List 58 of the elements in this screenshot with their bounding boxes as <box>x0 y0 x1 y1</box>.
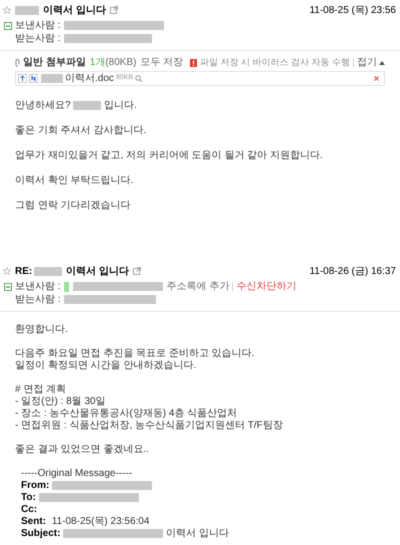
body-text: # 면접 계획 <box>15 382 66 396</box>
body-text: - 면접위원 : 식품산업처장, 농수산식품기업지원센터 T/F팀장 <box>15 418 283 432</box>
quoted-text: -----Original Message----- <box>21 466 132 480</box>
star-icon[interactable] <box>3 6 11 14</box>
warning-icon <box>190 58 197 66</box>
body-text: - 장소 : 농수산물유통공사(양재동) 4층 식품산업처 <box>15 406 238 420</box>
collapse-icon <box>4 282 12 290</box>
subject-prefix: RE: <box>15 264 32 278</box>
body-text: 좋은 결과 있었으면 좋겠네요.. <box>15 442 149 456</box>
body-text: 환영합니다. <box>15 322 68 336</box>
save-all-link[interactable]: 모두 저장 <box>140 55 184 70</box>
recipient-label: 받는사람 : <box>15 293 61 307</box>
close-icon <box>374 76 379 81</box>
body-text: 일정이 확정되면 시간을 안내하겠습니다. <box>15 358 196 372</box>
document-icon <box>29 74 38 83</box>
external-link-icon <box>133 267 142 275</box>
body-text: 좋은 기회 주셔서 감사합니다. <box>15 124 146 138</box>
quoted-field-label: Cc: <box>21 502 38 516</box>
redacted-block <box>15 6 39 14</box>
email-date: 11-08-25 (목) 23:56 <box>309 4 396 18</box>
body-text: 그럼 연락 기다리겠습니다 <box>15 198 131 212</box>
body-text: - 일정(안) : 8월 30일 <box>15 394 106 408</box>
virus-scan-notice: 파일 저장 시 바이러스 검사 자동 수행 <box>200 56 350 69</box>
email-subject: 이력서 입니다 <box>43 4 106 18</box>
attachments-title: 일반 첨부파일 <box>23 56 86 70</box>
quoted-field-label: Sent: <box>21 514 46 528</box>
download-icon <box>18 74 27 83</box>
body-text: 다음주 화요일 면접 추진을 목표로 준비하고 있습니다. <box>15 346 254 360</box>
quoted-text: 이력서 입니다 <box>165 526 230 540</box>
body-text: 안녕하세요? <box>15 98 72 112</box>
search-icon <box>135 75 142 82</box>
block-sender-link[interactable]: 수신차단하기 <box>236 279 296 294</box>
sender-label: 보낸사람 : <box>15 19 61 33</box>
add-contact-link[interactable]: 주소록에 추가 <box>166 279 230 294</box>
collapse-link[interactable]: 접기 <box>357 55 377 70</box>
body-text: 업무가 재미있을거 같고, 저의 커리어에 도움이 될거 같아 지원합니다. <box>15 148 323 162</box>
attachment-count: 1개 <box>90 56 106 70</box>
quoted-field-label: Subject: <box>21 526 60 540</box>
paperclip-icon <box>15 58 21 66</box>
quoted-text: 11-08-25(목) 23:56:04 <box>50 514 150 528</box>
email-subject: 이력서 입니다 <box>66 264 130 278</box>
sender-label: 보낸사람 : <box>15 280 61 294</box>
body-text: 이력서 확인 부탁드립니다. <box>15 174 134 188</box>
external-link-icon <box>110 6 118 14</box>
status-bar-mark <box>64 282 69 292</box>
body-text: 입니다. <box>103 98 137 112</box>
redacted-block <box>73 100 102 110</box>
redacted-block <box>34 266 62 276</box>
recipient-label: 받는사람 : <box>15 32 61 46</box>
quoted-field-label: To: <box>21 490 36 504</box>
caret-up-icon <box>379 60 385 64</box>
star-icon[interactable] <box>3 267 11 275</box>
quoted-field-label: From: <box>21 478 50 492</box>
email-date: 11-08-26 (금) 16:37 <box>309 264 396 278</box>
attachment-size: (80KB) <box>105 56 136 70</box>
redacted-block <box>41 74 63 83</box>
file-name[interactable]: 이력서.doc <box>65 71 114 86</box>
collapse-icon <box>4 22 12 30</box>
